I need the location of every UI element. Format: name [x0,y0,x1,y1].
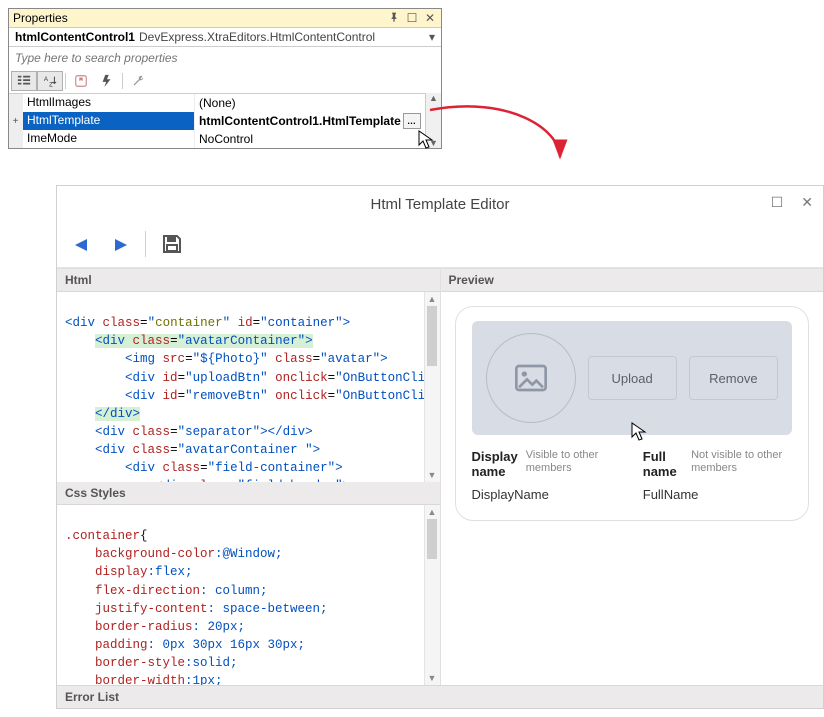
property-value[interactable]: htmlContentControl1.HtmlTemplate … [195,112,425,130]
expander-icon [9,94,23,112]
property-row-htmltemplate[interactable]: + HtmlTemplate htmlContentControl1.HtmlT… [9,112,425,130]
image-icon [515,364,547,392]
css-code-editor[interactable]: .container{ background-color:@Window; di… [57,505,424,685]
callout-arrow [8,149,816,185]
object-type: DevExpress.XtraEditors.HtmlContentContro… [139,30,425,44]
property-row-imemode[interactable]: ImeMode NoControl [9,130,425,148]
property-row-htmlimages[interactable]: HtmlImages (None) [9,94,425,112]
scroll-up-icon[interactable]: ▲ [429,93,438,103]
field-value: DisplayName [472,487,621,502]
remove-button[interactable]: Remove [689,356,778,400]
undo-button[interactable] [69,232,97,256]
expander-icon[interactable]: + [9,112,23,130]
pin-icon[interactable] [387,11,401,25]
property-search [9,47,441,69]
preview-pane-header: Preview [441,269,824,292]
property-name: HtmlTemplate [23,112,195,130]
css-pane-header: Css Styles [57,482,440,505]
properties-panel: Properties ☐ ✕ htmlContentControl1 DevEx… [8,8,442,149]
ellipsis-button[interactable]: … [403,113,421,129]
preview-card: Upload Remove Display name Visible to ot… [455,306,810,521]
css-scrollbar[interactable]: ▲▼ [424,505,440,685]
events-icon[interactable] [94,71,120,91]
property-grid: HtmlImages (None) + HtmlTemplate htmlCon… [9,93,425,148]
editor-titlebar: Html Template Editor ☐ ✕ [57,186,823,223]
field-value: FullName [643,487,792,502]
error-list-header[interactable]: Error List [57,685,823,708]
object-name: htmlContentControl1 [15,30,135,44]
upload-button[interactable]: Upload [588,356,677,400]
wrench-icon[interactable] [125,71,151,91]
property-value[interactable]: (None) [195,94,425,112]
properties-title: Properties [13,11,68,25]
maximize-icon[interactable]: ☐ [405,11,419,25]
avatar-zone: Upload Remove [472,321,793,435]
avatar-placeholder [486,333,576,423]
expander-icon [9,130,23,148]
editor-title: Html Template Editor [371,196,510,213]
field-label: Full name [643,449,683,479]
property-value[interactable]: NoControl [195,130,425,148]
editor-toolbar [57,223,823,268]
maximize-icon[interactable]: ☐ [771,194,784,211]
favorites-icon[interactable] [68,71,94,91]
property-name: ImeMode [23,130,195,148]
properties-titlebar: Properties ☐ ✕ [9,9,441,27]
close-icon[interactable]: ✕ [423,11,437,25]
html-scrollbar[interactable]: ▲▼ [424,292,440,482]
save-button[interactable] [158,232,186,256]
property-name: HtmlImages [23,94,195,112]
property-search-input[interactable] [9,47,441,69]
field-display-name: Display name Visible to other members Di… [472,449,621,502]
field-hint: Not visible to other members [691,449,792,475]
field-full-name: Full name Not visible to other members F… [643,449,792,502]
field-hint: Visible to other members [526,449,621,475]
alphabetical-icon[interactable]: AZ [37,71,63,91]
html-code-editor[interactable]: <div class="container" id="container"> <… [57,292,424,482]
html-pane-header: Html [57,269,440,292]
redo-button[interactable] [105,232,133,256]
html-template-editor: Html Template Editor ☐ ✕ Html <div class… [56,185,824,709]
close-icon[interactable]: ✕ [801,194,813,211]
svg-text:A: A [44,76,49,83]
field-label: Display name [472,449,518,479]
chevron-down-icon[interactable]: ▾ [429,30,435,44]
categorized-icon[interactable] [11,71,37,91]
properties-toolbar: AZ [9,69,441,93]
object-selector[interactable]: htmlContentControl1 DevExpress.XtraEdito… [9,27,441,47]
